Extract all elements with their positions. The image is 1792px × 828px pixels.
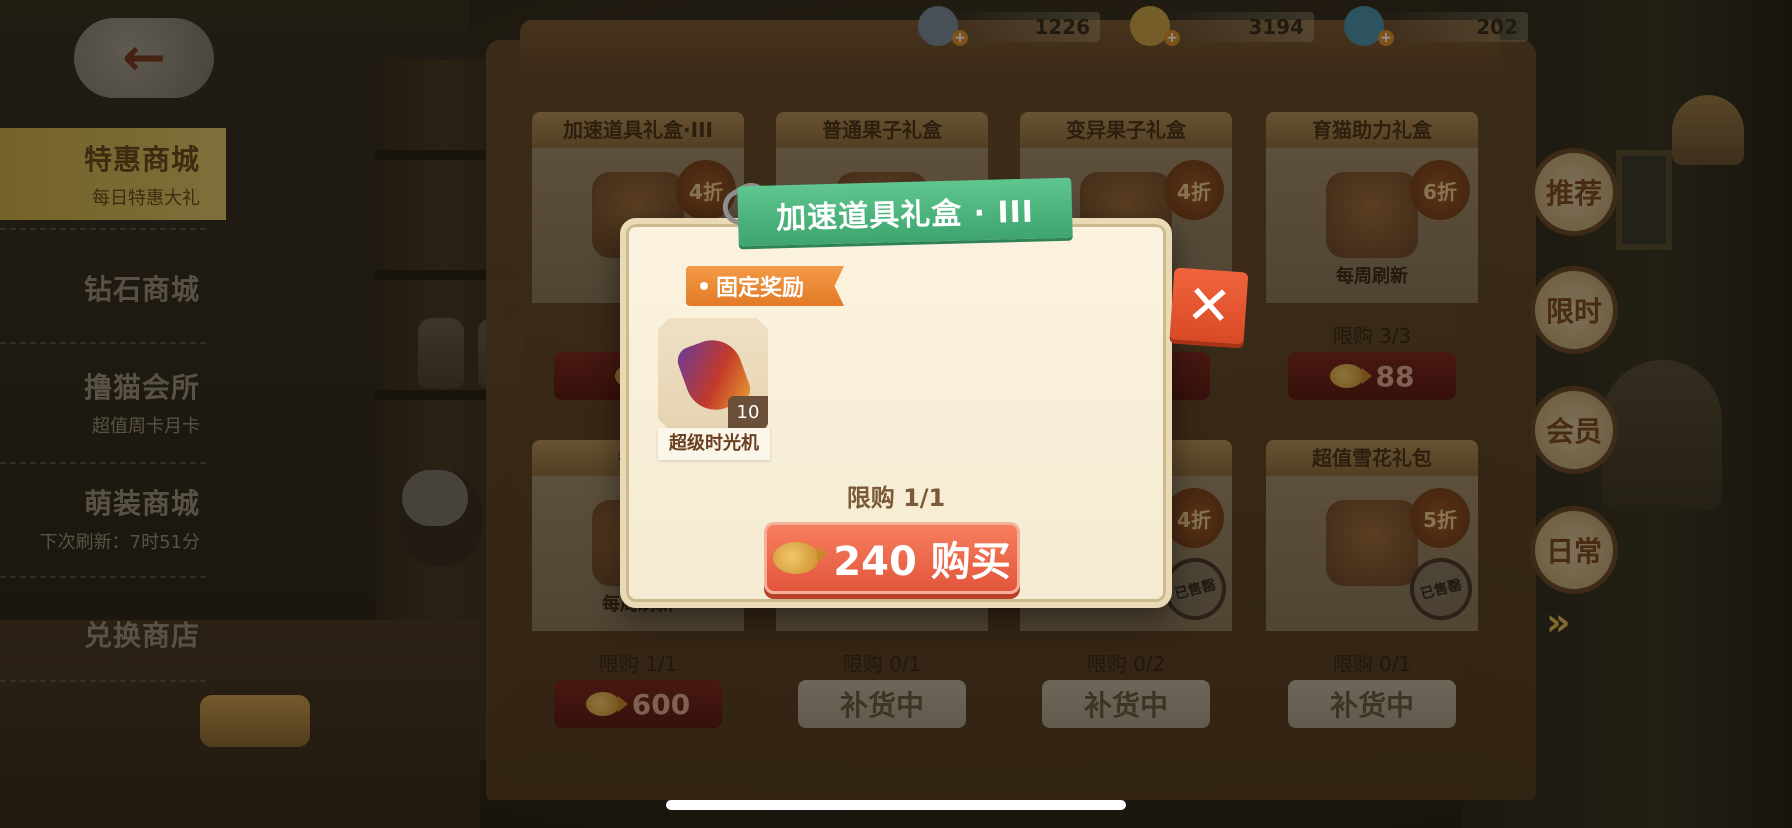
close-icon: ✕ <box>1184 272 1234 339</box>
dot-icon <box>700 282 708 290</box>
fixed-reward-label: 固定奖励 <box>716 276 805 301</box>
close-button[interactable]: ✕ <box>1169 267 1249 345</box>
reward-count: 10 <box>728 396 768 430</box>
buy-label: 240 购买 <box>833 539 1011 585</box>
reward-name: 超级时光机 <box>658 428 770 460</box>
dialog-title: 加速道具礼盒 · III <box>737 177 1073 247</box>
home-indicator[interactable] <box>666 800 1126 810</box>
fish-coin-icon <box>773 542 828 574</box>
purchase-limit: 限购 1/1 <box>846 484 946 512</box>
buy-button[interactable]: 240 购买 <box>764 522 1020 594</box>
fixed-reward-tag: 固定奖励 <box>686 266 844 306</box>
